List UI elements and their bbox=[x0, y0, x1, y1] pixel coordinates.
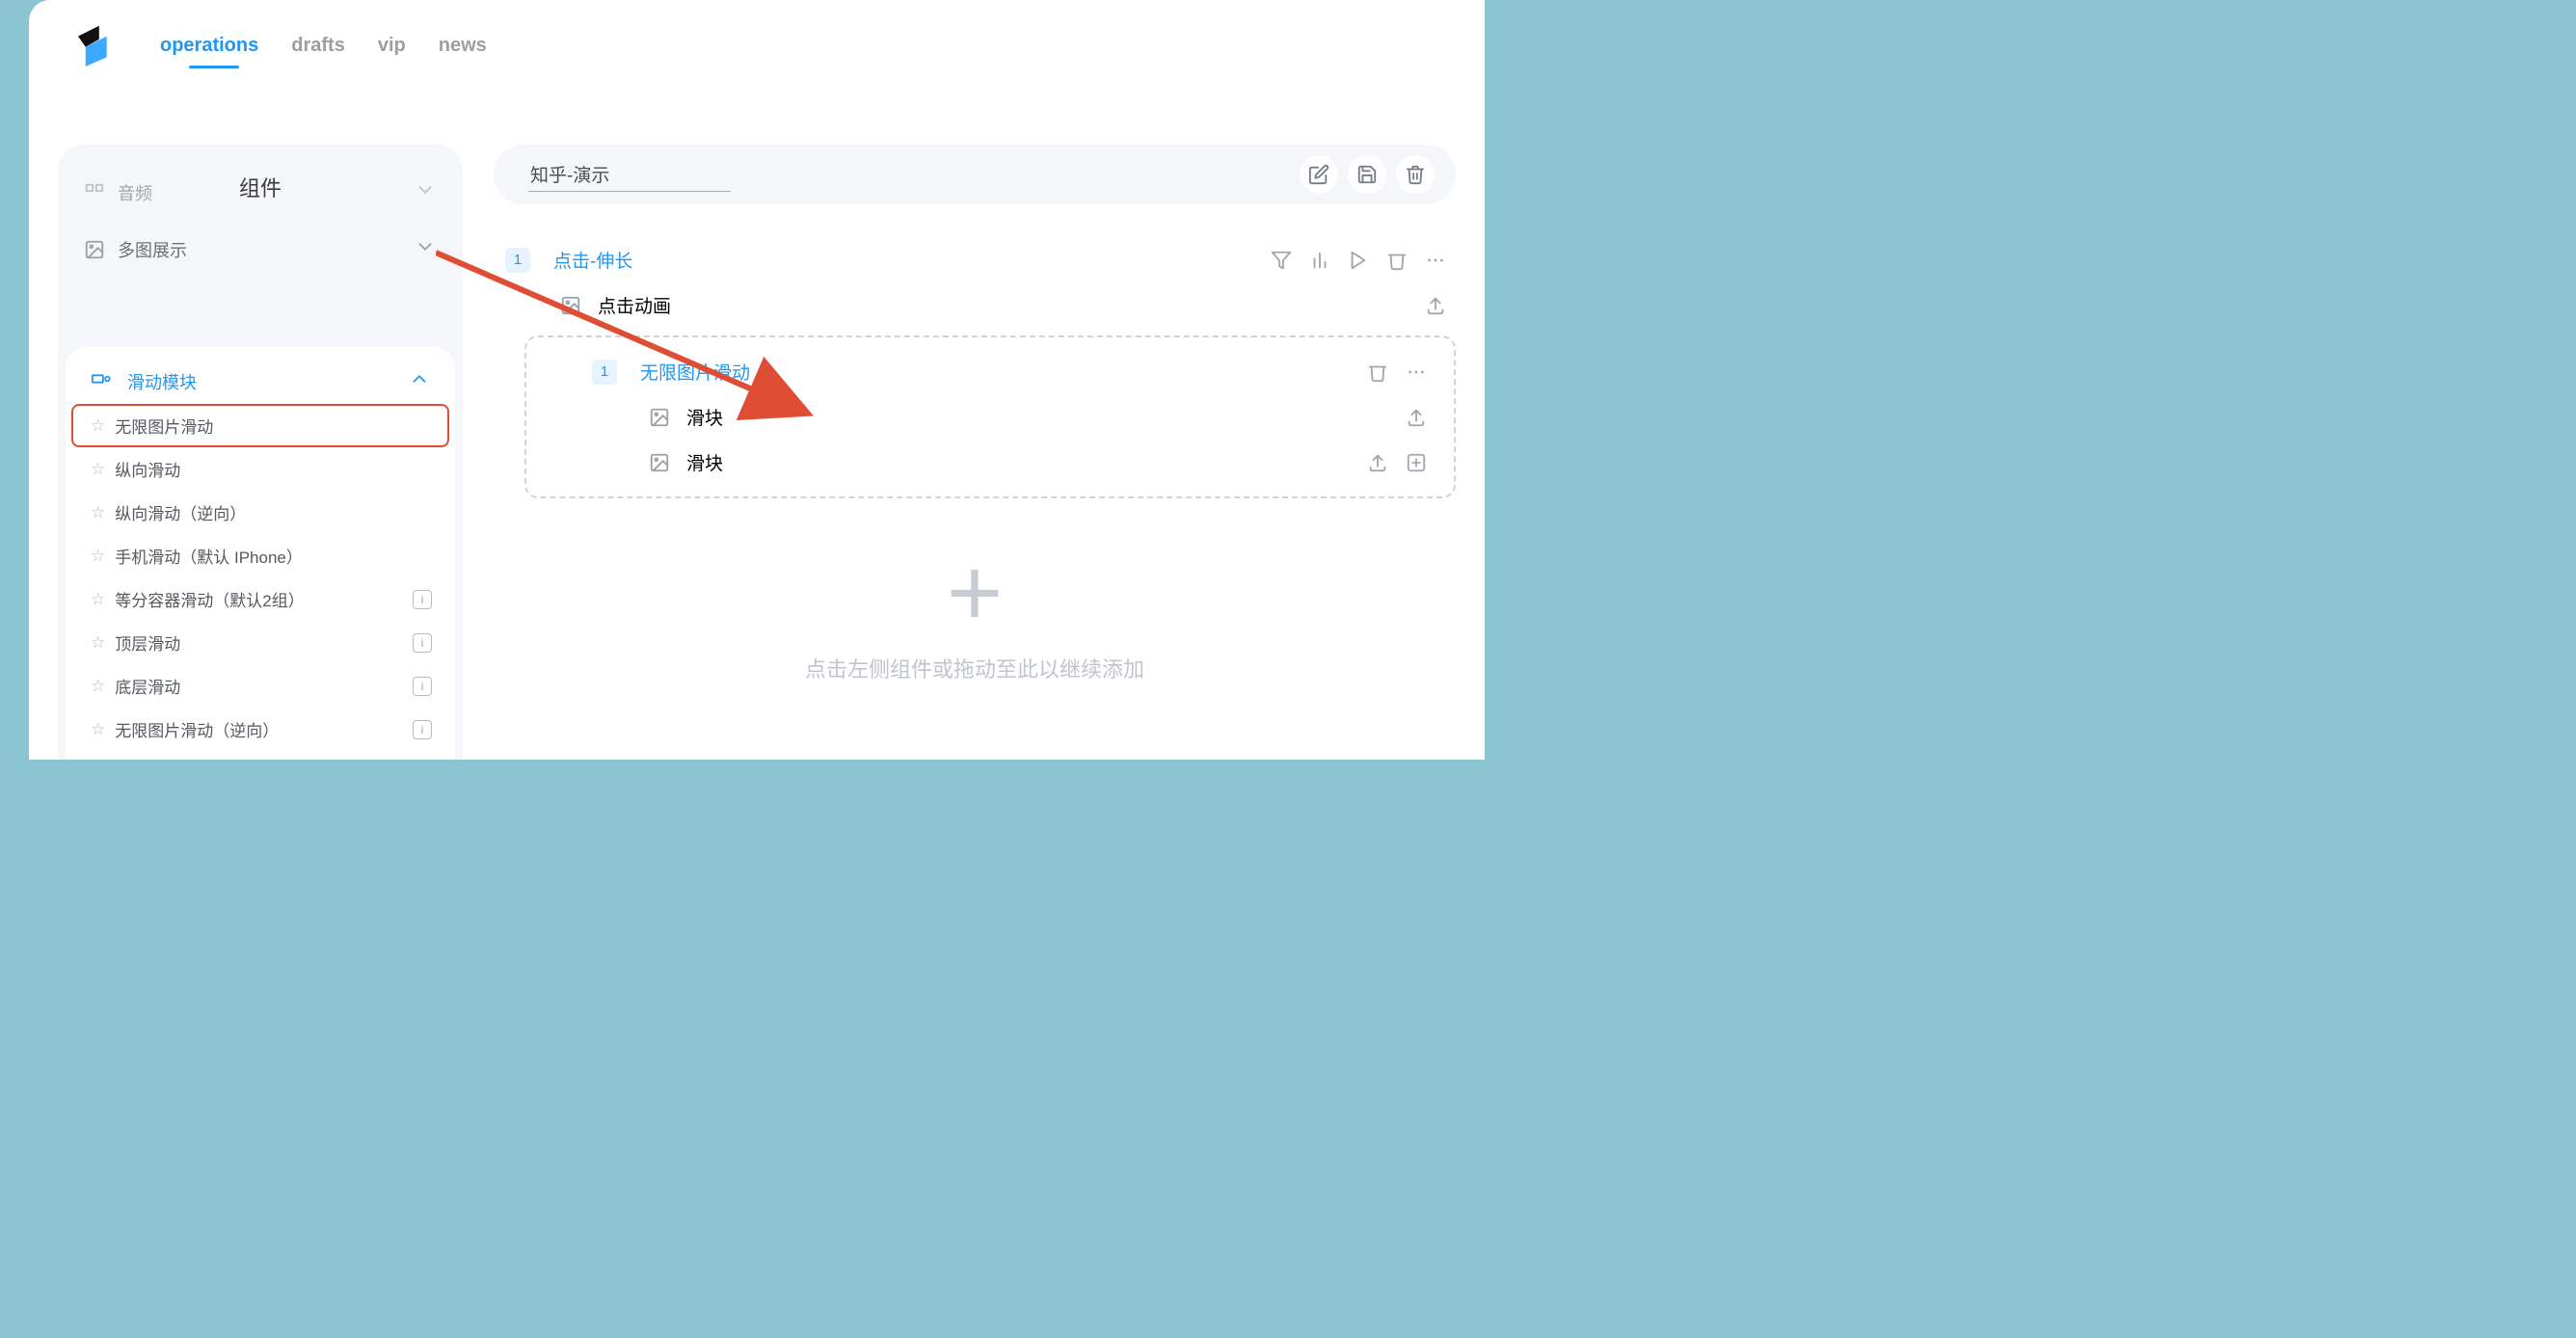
upload-icon[interactable] bbox=[1425, 295, 1446, 316]
filter-icon[interactable] bbox=[1271, 250, 1292, 271]
save-button[interactable] bbox=[1348, 155, 1386, 194]
work-header bbox=[494, 145, 1456, 204]
slider-label: 滑块 bbox=[686, 404, 723, 430]
sidebar-category-gallery[interactable]: 多图展示 bbox=[58, 221, 463, 278]
section-badge: 1 bbox=[505, 248, 530, 273]
dropzone-hint: 点击左侧组件或拖动至此以继续添加 bbox=[494, 653, 1456, 683]
section-actions bbox=[1271, 250, 1446, 271]
tab-news[interactable]: news bbox=[439, 31, 487, 61]
slider-label: 滑块 bbox=[686, 449, 723, 475]
app: operations drafts vip news 组件 音频 bbox=[29, 0, 1485, 760]
sidebar-category-audio[interactable]: 音频 bbox=[58, 183, 463, 221]
nested-group: 1 无限图片滑动 滑块 bbox=[524, 335, 1456, 498]
tab-vip[interactable]: vip bbox=[378, 31, 406, 61]
sidebar-item[interactable]: ☆ 顶层滑动 i bbox=[71, 621, 449, 664]
sidebar-content: 音频 多图展示 bbox=[58, 183, 463, 760]
gallery-icon bbox=[81, 239, 108, 260]
tree-nested[interactable]: 1 无限图片滑动 bbox=[530, 359, 1436, 385]
edit-button[interactable] bbox=[1300, 155, 1338, 194]
info-icon[interactable]: i bbox=[413, 720, 432, 739]
doc-name-input[interactable] bbox=[528, 158, 731, 192]
sidebar-item[interactable]: ☆ 无限图片滑动 bbox=[71, 404, 449, 447]
play-icon[interactable] bbox=[1348, 250, 1369, 271]
upload-icon[interactable] bbox=[1406, 407, 1427, 428]
add-icon[interactable] bbox=[1406, 452, 1427, 473]
star-icon: ☆ bbox=[91, 416, 105, 436]
tree-slider-a[interactable]: 滑块 bbox=[530, 404, 1436, 430]
sidebar-category-label: 滑动模块 bbox=[127, 369, 197, 394]
sidebar-item-label: 手机滑动（默认 IPhone） bbox=[115, 544, 303, 568]
stats-icon[interactable] bbox=[1309, 250, 1330, 271]
delete-button[interactable] bbox=[1396, 155, 1435, 194]
sidebar-item[interactable]: ☆ 等分容器滑动（默认2组） i bbox=[71, 577, 449, 621]
sidebar-item-label: 无限图片滑动（逆向） bbox=[115, 717, 279, 741]
tab-operations[interactable]: operations bbox=[160, 31, 258, 61]
sidebar-subpanel: 滑动模块 ☆ 无限图片滑动 ☆ 纵向滑动 ☆ 纵向滑动（逆向） ☆ 手机滑动（默认 IPhon… bbox=[66, 347, 455, 760]
sidebar-item[interactable]: ☆ 纵向滑动（逆向） bbox=[71, 491, 449, 534]
tree-child-label: 点击动画 bbox=[598, 292, 671, 318]
star-icon: ☆ bbox=[91, 503, 105, 522]
chevron-up-icon bbox=[409, 368, 430, 394]
nested-badge: 1 bbox=[592, 360, 617, 385]
info-icon[interactable]: i bbox=[413, 590, 432, 609]
trash-icon[interactable] bbox=[1367, 361, 1388, 383]
sidebar-item-label: 无限图片滑动 bbox=[115, 414, 213, 438]
more-icon[interactable] bbox=[1425, 250, 1446, 271]
sidebar-item-label: 顶层滑动 bbox=[115, 630, 180, 655]
logo bbox=[67, 21, 116, 69]
sidebar-item-label: 纵向滑动 bbox=[115, 457, 180, 481]
sidebar-items: ☆ 无限图片滑动 ☆ 纵向滑动 ☆ 纵向滑动（逆向） ☆ 手机滑动（默认 IPhone） ☆ 等分… bbox=[71, 404, 449, 760]
slider-icon bbox=[91, 368, 118, 394]
sidebar-item-label: 等分容器滑动（默认2组） bbox=[115, 587, 304, 611]
section-label: 点击-伸长 bbox=[553, 247, 632, 273]
main: 组件 音频 多图展示 bbox=[29, 106, 1485, 760]
chevron-down-icon bbox=[415, 183, 436, 205]
star-icon: ☆ bbox=[91, 677, 105, 696]
sidebar-item[interactable]: ☆ 底层滑动 i bbox=[71, 664, 449, 708]
sidebar: 组件 音频 多图展示 bbox=[58, 145, 463, 760]
chevron-down-icon bbox=[415, 236, 436, 262]
star-icon: ☆ bbox=[91, 590, 105, 609]
plus-icon: + bbox=[494, 545, 1456, 641]
info-icon[interactable]: i bbox=[413, 633, 432, 653]
topbar: operations drafts vip news bbox=[29, 0, 1485, 98]
sidebar-item[interactable]: ☆ 无限图片滑动（逆向） i bbox=[71, 708, 449, 751]
more-icon[interactable] bbox=[1406, 361, 1427, 383]
nav-tabs: operations drafts vip news bbox=[160, 31, 487, 61]
sidebar-item[interactable]: ☆ 手机滑动（默认 IPhone） bbox=[71, 534, 449, 577]
sidebar-category-label: 音频 bbox=[118, 183, 152, 205]
sidebar-item[interactable]: ☆ 纵向滑动 bbox=[71, 447, 449, 491]
tab-drafts[interactable]: drafts bbox=[291, 31, 345, 61]
star-icon: ☆ bbox=[91, 720, 105, 739]
tree-section[interactable]: 1 点击-伸长 bbox=[494, 247, 1456, 273]
image-icon bbox=[644, 407, 675, 428]
info-icon[interactable]: i bbox=[413, 677, 432, 696]
sidebar-item-label: 底层滑动 bbox=[115, 674, 180, 698]
star-icon: ☆ bbox=[91, 633, 105, 653]
sidebar-item[interactable]: ☆左右双开门滑动i bbox=[71, 751, 449, 760]
sidebar-category-label: 多图展示 bbox=[118, 237, 187, 262]
upload-icon[interactable] bbox=[1367, 452, 1388, 473]
doc-tree: 1 点击-伸长 点击动画 bbox=[494, 247, 1456, 683]
star-icon: ☆ bbox=[91, 547, 105, 566]
trash-icon[interactable] bbox=[1386, 250, 1408, 271]
audio-icon bbox=[81, 183, 108, 203]
tree-child[interactable]: 点击动画 bbox=[494, 292, 1456, 318]
sidebar-category-slider[interactable]: 滑动模块 bbox=[71, 359, 449, 404]
work-area: 1 点击-伸长 点击动画 bbox=[494, 145, 1456, 760]
image-icon bbox=[644, 452, 675, 473]
sidebar-item-label: 纵向滑动（逆向） bbox=[115, 500, 246, 524]
tree-slider-b[interactable]: 滑块 bbox=[530, 449, 1436, 475]
nested-label: 无限图片滑动 bbox=[640, 359, 750, 385]
dropzone[interactable]: + 点击左侧组件或拖动至此以继续添加 bbox=[494, 545, 1456, 683]
image-icon bbox=[555, 295, 586, 316]
star-icon: ☆ bbox=[91, 460, 105, 479]
